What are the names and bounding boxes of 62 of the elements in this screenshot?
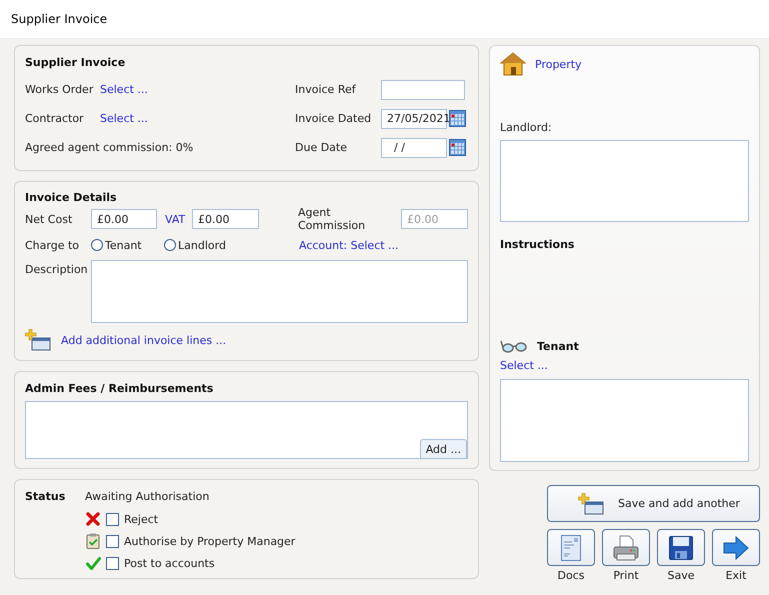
invoice-ref-field[interactable] xyxy=(381,80,465,100)
calendar-icon[interactable] xyxy=(449,139,466,156)
add-window-icon xyxy=(25,329,51,351)
calendar-icon[interactable] xyxy=(449,110,466,127)
vat-link[interactable]: VAT xyxy=(165,212,192,226)
checkbox-label[interactable]: Post to accounts xyxy=(124,556,215,570)
toolbar-button[interactable] xyxy=(712,529,760,566)
vat-field[interactable]: £0.00 xyxy=(192,209,259,229)
save-and-add-button[interactable]: Save and add another xyxy=(547,485,760,522)
toolbar-label: Print xyxy=(613,569,639,582)
commission-note: Agreed agent commission: 0% xyxy=(25,141,194,154)
toolbar-button[interactable] xyxy=(602,529,650,566)
add-button[interactable]: Add ... xyxy=(420,439,467,458)
checkbox-label[interactable]: Reject xyxy=(124,512,158,526)
account-select-link[interactable]: Account: Select ... xyxy=(299,238,399,252)
instructions-heading: Instructions xyxy=(500,238,576,251)
toolbar-button[interactable] xyxy=(657,529,705,566)
printer-icon xyxy=(613,534,639,560)
field-label: Net Cost xyxy=(25,212,74,226)
select-link[interactable]: Select ... xyxy=(100,112,148,125)
radio-option[interactable]: Tenant xyxy=(91,238,164,252)
toolbar-label: Docs xyxy=(558,569,584,582)
select-link[interactable]: Select ... xyxy=(100,83,148,96)
toolbar-label: Save xyxy=(667,569,694,582)
description-field[interactable] xyxy=(91,260,468,323)
house-icon xyxy=(500,52,526,76)
checkbox[interactable] xyxy=(106,556,119,570)
net-cost-field[interactable]: £0.00 xyxy=(91,209,157,229)
field-label: Due Date xyxy=(295,141,348,154)
tenant-select-link[interactable]: Select ... xyxy=(500,359,548,372)
field-label: Invoice Ref xyxy=(295,83,357,96)
section-heading: Status xyxy=(25,490,66,505)
landlord-label: Landlord: xyxy=(500,121,553,134)
window-title: Supplier Invoice xyxy=(11,12,108,26)
clipboard-icon xyxy=(86,533,100,549)
field-label: Description xyxy=(25,262,89,276)
cross-icon xyxy=(86,512,100,526)
section-heading: Admin Fees / Reimbursements xyxy=(25,382,214,395)
checkbox[interactable] xyxy=(106,512,119,526)
field-label: Contractor xyxy=(25,112,85,125)
date-field[interactable]: / / xyxy=(381,138,447,158)
checkbox[interactable] xyxy=(106,534,119,548)
tenant-heading: Tenant xyxy=(537,340,579,352)
field-label: Agent Commission xyxy=(298,206,366,232)
section-heading: Invoice Details xyxy=(25,191,118,204)
toolbar-button[interactable] xyxy=(547,529,595,566)
checkmark-icon xyxy=(86,556,100,570)
section-heading: Supplier Invoice xyxy=(25,56,126,69)
add-invoice-lines-link[interactable]: Add additional invoice lines ... xyxy=(61,334,226,346)
field-label: Charge to xyxy=(25,238,80,252)
field-label: Invoice Dated xyxy=(295,112,372,125)
date-field[interactable]: 27/05/2021 xyxy=(381,108,447,128)
toolbar-label: Exit xyxy=(726,569,746,582)
status-text: Awaiting Authorisation xyxy=(85,490,210,505)
right-arrow-icon xyxy=(723,536,749,560)
radio-option[interactable]: Landlord xyxy=(164,238,299,252)
field-label: Works Order xyxy=(25,83,94,96)
glasses-icon xyxy=(500,339,528,353)
property-link[interactable]: Property xyxy=(535,58,582,70)
add-window-icon xyxy=(578,492,604,514)
document-icon xyxy=(561,534,581,560)
checkbox-label[interactable]: Authorise by Property Manager xyxy=(124,534,296,548)
